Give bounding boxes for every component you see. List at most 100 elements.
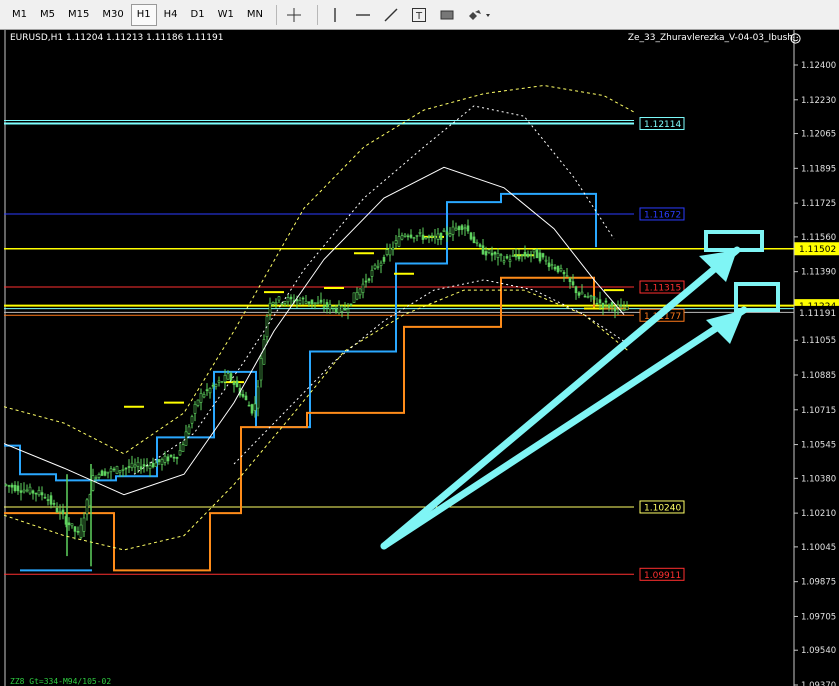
candle-body [487,249,491,253]
rectangle-icon[interactable] [436,5,458,25]
candle-body [118,470,122,473]
candle-body [352,292,356,303]
candle-body [547,262,551,268]
candle-body [172,456,176,459]
candle-body [262,339,266,365]
timeframe-h1[interactable]: H1 [130,3,157,26]
candle-body [139,466,143,470]
chart-canvas[interactable]: 1.12400 1.12230 1.12065 1.11895 1.11725 1.115… [4,30,839,686]
candle-body [523,251,527,257]
candle-body [439,232,443,240]
candle-body [325,302,329,308]
timeframe-m15[interactable]: M15 [62,4,95,26]
symbol-info: EURUSD,H1 1.11204 1.11213 1.11186 1.1119… [10,33,224,43]
candle-body [358,288,362,296]
candle-body [283,301,287,304]
candle-body [577,292,581,296]
candle-body [406,235,410,238]
candle-body [613,307,617,312]
candle-body [598,299,602,304]
candle-body [49,495,53,505]
price-tick-label: 1.10545 [801,441,836,451]
candle-body [298,300,302,304]
candle-body [130,462,134,469]
candle-body [31,490,35,494]
candle-body [493,251,497,255]
candle-body [184,431,188,446]
price-tick-label: 1.09705 [801,612,836,622]
vertical-line-icon[interactable] [324,5,346,25]
timeframe-w1[interactable]: W1 [212,4,240,26]
candle-body [175,456,179,459]
candle-body [190,416,194,424]
candle-body [391,247,395,250]
timeframe-m1[interactable]: M1 [6,4,33,26]
candle-body [409,234,413,238]
candle-body [151,462,155,468]
candle-body [229,373,233,381]
price-level-label: 1.11502 [799,245,836,255]
candle-body [247,404,251,407]
candle-body [400,235,404,240]
text-icon[interactable]: T [408,5,430,25]
candle-body [235,380,239,388]
toolbar-separator [316,4,318,25]
candle-body [340,306,344,312]
candle-body [469,232,473,240]
candle-body [13,484,17,492]
price-chart[interactable]: 1.12400 1.12230 1.12065 1.11895 1.11725 1.115… [4,30,839,686]
timeframe-m5[interactable]: M5 [34,4,61,26]
candle-body [19,490,23,493]
candle-body [223,374,227,383]
candle-body [271,302,275,305]
price-tick-label: 1.10380 [801,474,836,484]
candle-body [430,235,434,237]
horizontal-line-icon[interactable] [352,5,374,25]
price-tick-label: 1.09540 [801,646,836,656]
crosshair-icon[interactable] [283,5,305,25]
candle-body [385,249,389,255]
candle-body [451,226,455,235]
candle-body [526,253,530,257]
candle-body [322,305,326,308]
candle-body [154,462,158,467]
price-tick-label: 1.12400 [801,61,836,71]
shapes-dropdown-icon[interactable] [464,5,494,25]
candle-body [484,251,488,256]
candle-body [196,399,200,406]
candle-body [397,236,401,247]
timeframe-m30[interactable]: M30 [96,4,129,26]
candle-body [625,306,629,310]
candle-body [328,304,332,310]
candle-body [34,492,38,495]
orange-channel [4,276,629,572]
candle-body [208,387,212,394]
candle-body [136,461,140,467]
candle-body [622,308,626,312]
timeframe-group: M1 M5 M15 M30 H1 H4 D1 W1 MN [6,3,270,26]
timeframe-d1[interactable]: D1 [185,4,211,26]
candle-body [481,245,485,255]
candle-body [67,522,71,526]
candle-body [232,382,236,385]
candle-body [442,229,446,232]
chart-toolbar: M1 M5 M15 M30 H1 H4 D1 W1 MN T [0,0,839,30]
trendline-icon[interactable] [380,5,402,25]
candle-body [517,256,521,260]
candle-body [316,301,320,305]
candle-body [583,295,587,298]
candle-body [601,303,605,308]
candle-body [259,357,263,381]
price-level-label: 1.11672 [644,210,681,220]
candle-body [94,477,98,479]
timeframe-mn[interactable]: MN [241,4,269,26]
candle-body [220,381,224,384]
candle-body [100,470,104,476]
candle-body [211,384,215,387]
price-tick-label: 1.11725 [801,199,836,209]
candle-body [502,260,506,263]
price-tick-label: 1.11055 [801,336,836,346]
price-level-label: 1.09911 [644,571,681,581]
timeframe-h4[interactable]: H4 [158,4,184,26]
candle-body [538,252,542,262]
